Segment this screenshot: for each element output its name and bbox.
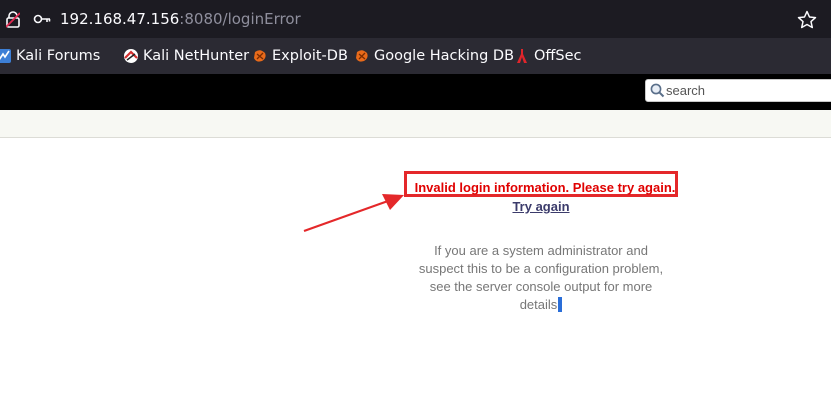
annotation-arrow-icon [303, 194, 404, 233]
help-line: details [519, 297, 558, 312]
bookmark-item-exploit-db[interactable]: Exploit-DB [252, 46, 348, 66]
bookmark-item-google-hacking-db[interactable]: Google Hacking DB [354, 46, 514, 66]
bookmark-star-icon[interactable] [797, 10, 817, 29]
bookmarks-toolbar: Kali Forums Kali NetHunter Exploit-DB Go… [0, 38, 831, 74]
bookmark-label: Kali NetHunter [143, 48, 250, 64]
exploit-db-icon [254, 50, 266, 62]
sub-header-bar [0, 110, 831, 138]
insecure-lock-icon[interactable] [6, 11, 20, 28]
bookmark-item-kali-nethunter[interactable]: Kali NetHunter [123, 46, 249, 66]
bookmark-label: Kali Forums [16, 48, 101, 64]
help-text: If you are a system administrator and su… [410, 242, 672, 314]
url-host: 192.168.47.156 [60, 10, 180, 28]
help-line: If you are a system administrator and [434, 243, 648, 258]
url-path: :8080/loginError [179, 10, 301, 28]
bookmark-item-offsec[interactable]: OffSec [514, 46, 582, 66]
kali-forums-icon [0, 49, 11, 63]
offsec-icon [517, 49, 527, 63]
try-again-link[interactable]: Try again [0, 199, 831, 214]
bookmark-label: Exploit-DB [272, 48, 348, 64]
help-line: see the server console output for more [429, 279, 653, 294]
key-icon[interactable] [33, 13, 51, 25]
help-line-last: details [410, 296, 672, 314]
browser-url-bar[interactable]: 192.168.47.156:8080/loginError [0, 0, 831, 38]
google-hacking-db-icon [356, 50, 368, 62]
url-text[interactable]: 192.168.47.156:8080/loginError [60, 10, 301, 28]
text-cursor-mark [558, 297, 563, 312]
error-message: Invalid login information. Please try ag… [414, 180, 676, 195]
search-icon [650, 83, 665, 98]
bookmark-label: OffSec [534, 48, 582, 64]
bookmark-label: Google Hacking DB [374, 48, 515, 64]
search-input[interactable] [666, 81, 826, 99]
search-box[interactable] [645, 79, 831, 102]
help-line: suspect this to be a configuration probl… [418, 261, 664, 276]
bookmark-item-kali-forums[interactable]: Kali Forums [0, 46, 100, 66]
kali-nethunter-icon [124, 49, 138, 63]
